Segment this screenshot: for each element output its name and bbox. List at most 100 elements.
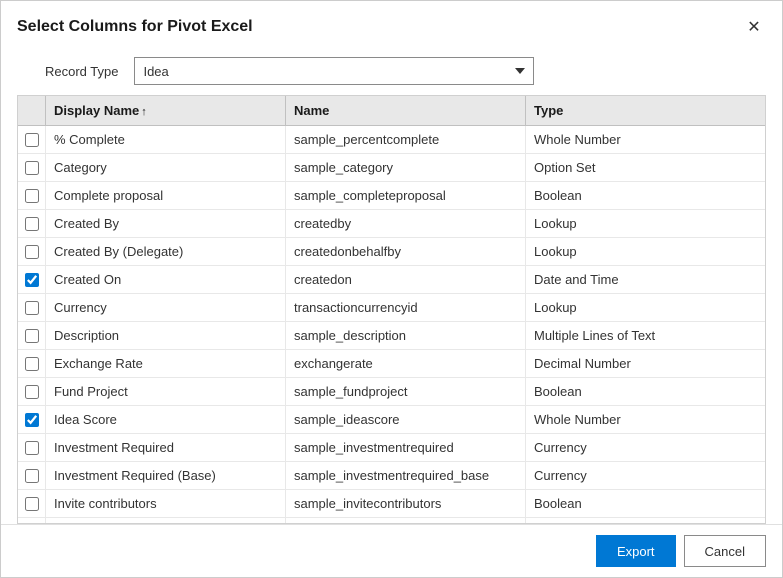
row-display-name: Idea Score: [46, 406, 286, 433]
table-row: Created By (Delegate)createdonbehalfbyLo…: [18, 238, 765, 266]
row-checkbox[interactable]: [25, 161, 39, 175]
row-display-name: Investment Required (Base): [46, 462, 286, 489]
row-api-name: createdon: [286, 266, 526, 293]
row-checkbox[interactable]: [25, 133, 39, 147]
row-checkbox-cell: [18, 294, 46, 321]
row-api-name: createdonbehalfby: [286, 238, 526, 265]
row-type: Decimal Number: [526, 350, 765, 377]
row-api-name: modifiedby: [286, 518, 526, 523]
table-body: % Completesample_percentcompleteWhole Nu…: [18, 126, 765, 523]
row-display-name: % Complete: [46, 126, 286, 153]
table-row: CurrencytransactioncurrencyidLookup: [18, 294, 765, 322]
row-checkbox-cell: [18, 350, 46, 377]
row-type: Lookup: [526, 518, 765, 523]
row-checkbox-cell: [18, 322, 46, 349]
row-checkbox[interactable]: [25, 245, 39, 259]
th-display-name: Display Name↑: [46, 96, 286, 125]
row-checkbox-cell: [18, 126, 46, 153]
record-type-row: Record Type IdeaAccountContactOpportunit…: [1, 49, 782, 95]
row-type: Boolean: [526, 182, 765, 209]
row-api-name: exchangerate: [286, 350, 526, 377]
table-row: Invite contributorssample_invitecontribu…: [18, 490, 765, 518]
row-api-name: createdby: [286, 210, 526, 237]
row-checkbox[interactable]: [25, 385, 39, 399]
row-checkbox-cell: [18, 406, 46, 433]
row-checkbox-cell: [18, 434, 46, 461]
row-display-name: Created On: [46, 266, 286, 293]
row-type: Lookup: [526, 294, 765, 321]
record-type-select[interactable]: IdeaAccountContactOpportunity: [134, 57, 534, 85]
row-display-name: Modified By: [46, 518, 286, 523]
row-checkbox[interactable]: [25, 469, 39, 483]
table-row: Investment Required (Base)sample_investm…: [18, 462, 765, 490]
row-api-name: transactioncurrencyid: [286, 294, 526, 321]
dialog-footer: Export Cancel: [1, 524, 782, 577]
row-type: Currency: [526, 462, 765, 489]
table-row: % Completesample_percentcompleteWhole Nu…: [18, 126, 765, 154]
close-button[interactable]: ✕: [742, 15, 766, 39]
row-type: Boolean: [526, 490, 765, 517]
row-checkbox[interactable]: [25, 413, 39, 427]
row-type: Lookup: [526, 238, 765, 265]
row-type: Currency: [526, 434, 765, 461]
table-row: Complete proposalsample_completeproposal…: [18, 182, 765, 210]
th-checkbox: [18, 96, 46, 125]
select-columns-dialog: Select Columns for Pivot Excel ✕ Record …: [0, 0, 783, 578]
row-api-name: sample_completeproposal: [286, 182, 526, 209]
row-type: Lookup: [526, 210, 765, 237]
row-checkbox[interactable]: [25, 273, 39, 287]
row-display-name: Complete proposal: [46, 182, 286, 209]
row-api-name: sample_investmentrequired_base: [286, 462, 526, 489]
table-row: Investment Requiredsample_investmentrequ…: [18, 434, 765, 462]
dialog-header: Select Columns for Pivot Excel ✕: [1, 1, 782, 49]
th-type: Type: [526, 96, 765, 125]
row-type: Whole Number: [526, 406, 765, 433]
sort-arrow-icon: ↑: [141, 106, 147, 118]
row-type: Multiple Lines of Text: [526, 322, 765, 349]
row-type: Boolean: [526, 378, 765, 405]
row-checkbox[interactable]: [25, 217, 39, 231]
row-display-name: Invite contributors: [46, 490, 286, 517]
row-display-name: Category: [46, 154, 286, 181]
row-checkbox[interactable]: [25, 441, 39, 455]
row-api-name: sample_fundproject: [286, 378, 526, 405]
row-checkbox[interactable]: [25, 357, 39, 371]
table-row: Created OncreatedonDate and Time: [18, 266, 765, 294]
record-type-label: Record Type: [45, 64, 118, 79]
cancel-button[interactable]: Cancel: [684, 535, 766, 567]
row-checkbox-cell: [18, 154, 46, 181]
table-row: Exchange RateexchangerateDecimal Number: [18, 350, 765, 378]
row-checkbox-cell: [18, 266, 46, 293]
row-checkbox-cell: [18, 462, 46, 489]
table-row: Idea Scoresample_ideascoreWhole Number: [18, 406, 765, 434]
row-type: Option Set: [526, 154, 765, 181]
row-api-name: sample_description: [286, 322, 526, 349]
export-button[interactable]: Export: [596, 535, 676, 567]
columns-table: Display Name↑ Name Type % Completesample…: [17, 95, 766, 524]
row-display-name: Description: [46, 322, 286, 349]
row-checkbox[interactable]: [25, 189, 39, 203]
row-api-name: sample_percentcomplete: [286, 126, 526, 153]
th-name: Name: [286, 96, 526, 125]
dialog-title: Select Columns for Pivot Excel: [17, 18, 253, 36]
row-checkbox-cell: [18, 182, 46, 209]
row-checkbox[interactable]: [25, 497, 39, 511]
row-type: Whole Number: [526, 126, 765, 153]
row-api-name: sample_ideascore: [286, 406, 526, 433]
row-display-name: Created By: [46, 210, 286, 237]
row-display-name: Exchange Rate: [46, 350, 286, 377]
row-checkbox-cell: [18, 490, 46, 517]
row-checkbox[interactable]: [25, 301, 39, 315]
table-row: Descriptionsample_descriptionMultiple Li…: [18, 322, 765, 350]
table-row: Modified BymodifiedbyLookup: [18, 518, 765, 523]
row-display-name: Fund Project: [46, 378, 286, 405]
row-type: Date and Time: [526, 266, 765, 293]
row-checkbox-cell: [18, 378, 46, 405]
row-checkbox[interactable]: [25, 329, 39, 343]
row-checkbox-cell: [18, 210, 46, 237]
table-header: Display Name↑ Name Type: [18, 96, 765, 126]
row-checkbox-cell: [18, 238, 46, 265]
table-row: Created BycreatedbyLookup: [18, 210, 765, 238]
row-api-name: sample_invitecontributors: [286, 490, 526, 517]
row-display-name: Currency: [46, 294, 286, 321]
